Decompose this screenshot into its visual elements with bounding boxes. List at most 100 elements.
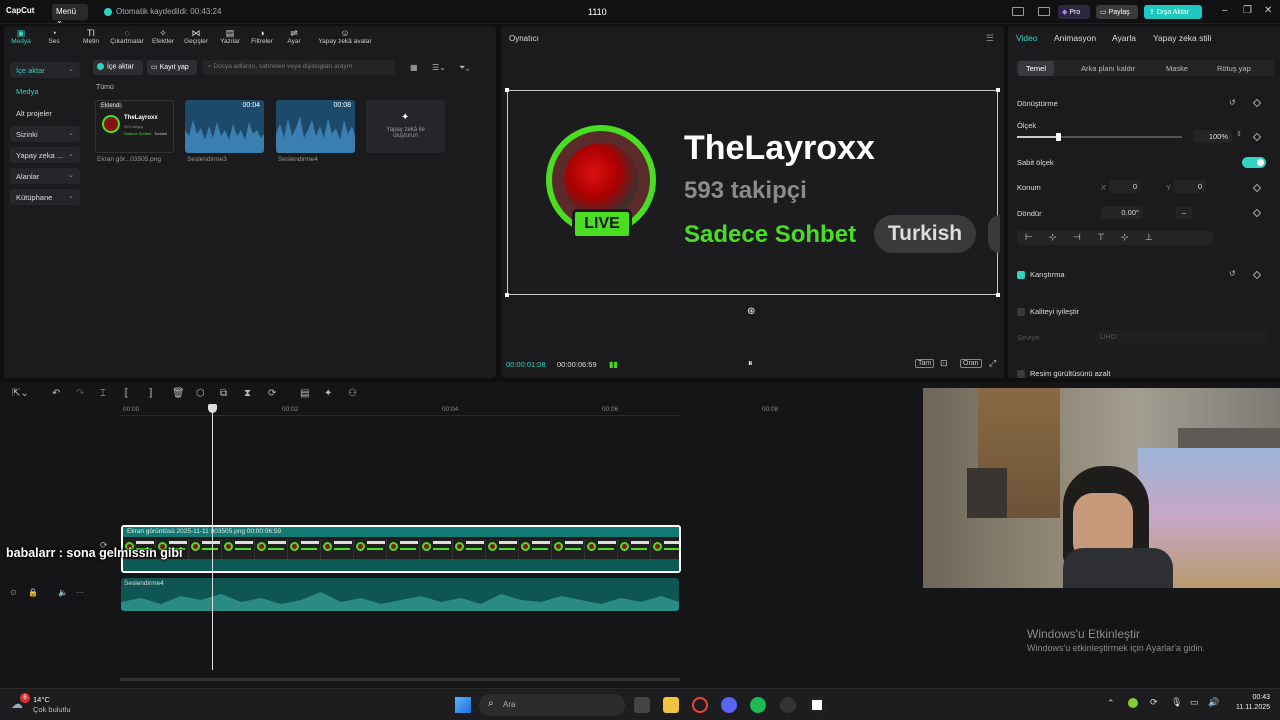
keyframe-icon[interactable]	[1252, 208, 1262, 218]
minimize-icon[interactable]: –	[1222, 5, 1228, 16]
import-button[interactable]: İçe aktar	[93, 60, 143, 75]
enhance-label[interactable]: Kaliteyi iyileştir	[1030, 307, 1079, 316]
weather-temp[interactable]: 14°C	[33, 695, 50, 704]
snapshot-icon[interactable]: ⊡	[940, 358, 948, 369]
scale-slider-knob[interactable]	[1056, 133, 1062, 141]
share-button[interactable]: ▭ Paylaş	[1096, 5, 1138, 19]
network-icon[interactable]: ▭	[1190, 697, 1199, 708]
fullres-button[interactable]: Tam	[915, 359, 935, 368]
weather-desc[interactable]: Çok bulutlu	[33, 705, 71, 714]
ratio-button[interactable]: Oran	[960, 359, 982, 368]
close-icon[interactable]: ✕	[1264, 5, 1272, 16]
split-left-icon[interactable]: ⟦	[124, 388, 129, 399]
level-select[interactable]: UHD	[1096, 330, 1266, 343]
layout-icon[interactable]	[1012, 7, 1024, 16]
resize-handle[interactable]	[505, 88, 509, 92]
maximize-icon[interactable]: ❐	[1243, 5, 1252, 16]
tool-stickers[interactable]: ◌ Çıkartmalar	[106, 28, 148, 45]
enhance-checkbox[interactable]	[1017, 308, 1025, 316]
player-menu-icon[interactable]: ☰	[986, 33, 994, 44]
tray-chevron-icon[interactable]: ⌃	[1107, 698, 1115, 709]
export-button[interactable]: ⇪ Dışa Aktar	[1144, 5, 1202, 19]
stepper-icon[interactable]: ⇕	[1236, 130, 1242, 138]
magic-icon[interactable]: ✦	[324, 388, 332, 399]
sidebar-item-media[interactable]: Medya	[10, 83, 80, 99]
opera-icon[interactable]	[692, 697, 708, 713]
playhead[interactable]	[212, 406, 213, 670]
obs-icon[interactable]	[780, 697, 796, 713]
rotate-input[interactable]: 0.00°	[1101, 206, 1143, 219]
volume-icon[interactable]: 🔊	[1208, 697, 1219, 708]
transform-heading[interactable]: Dönüştürme	[1017, 99, 1058, 108]
reset-icon[interactable]: ↺	[1229, 98, 1236, 107]
select-tool-icon[interactable]: ⇱⌄	[12, 388, 29, 399]
sidebar-item-yours[interactable]: Sizinki ⌄	[10, 126, 80, 142]
delete-icon[interactable]: 🗑	[172, 388, 185, 399]
subtab-mask[interactable]: Maske	[1166, 64, 1188, 73]
resize-handle[interactable]	[505, 293, 509, 297]
denoise-checkbox[interactable]	[1017, 370, 1025, 378]
position-y-input[interactable]: 0	[1174, 180, 1206, 193]
record-button[interactable]: ▭ Kayıt yap	[147, 60, 197, 75]
tab-animation[interactable]: Animasyon	[1054, 33, 1096, 43]
blend-label[interactable]: Karıştırma	[1030, 270, 1065, 279]
cloud-sync-icon[interactable]: ⟳	[1150, 697, 1158, 708]
undo-icon[interactable]: ↶	[52, 388, 60, 399]
sort-icon[interactable]: ☰⌄	[432, 63, 446, 72]
track-lock-icon[interactable]: 🔒	[28, 588, 38, 597]
windows-start-icon[interactable]	[455, 697, 471, 713]
tray-app-icon[interactable]	[1128, 698, 1138, 708]
shortcuts-icon[interactable]	[1038, 7, 1050, 16]
media-item-audio[interactable]: 00:04	[185, 100, 264, 153]
keyframe-icon[interactable]	[1252, 98, 1262, 108]
flip-button[interactable]: –	[1176, 206, 1192, 219]
pause-icon[interactable]: ⏸	[748, 358, 753, 369]
tool-audio[interactable]: ◔ Ses	[44, 28, 64, 45]
view-toggle-icon[interactable]: ▦	[410, 63, 418, 72]
video-clip[interactable]: Ekran görüntüsü 2025-11-11 003505.png 00…	[121, 525, 681, 573]
file-explorer-icon[interactable]	[663, 697, 679, 713]
tool-captions[interactable]: ▤ Yazılar	[217, 28, 243, 45]
timeline-scrollbar[interactable]	[120, 678, 680, 681]
tool-adjust[interactable]: ⇌ Ayar	[284, 28, 304, 45]
project-title[interactable]: 1110	[588, 7, 607, 17]
media-item-image[interactable]: Eklendi TheLayroxx 593 takipçi Sadece So…	[95, 100, 174, 153]
uniform-scale-toggle[interactable]	[1242, 157, 1266, 168]
preview-canvas[interactable]: LIVE TheLayroxx 593 takipçi Sadece Sohbe…	[505, 88, 1000, 297]
align-left-icon[interactable]: ⊢	[1025, 232, 1033, 243]
pro-button[interactable]: ◆ Pro	[1058, 5, 1090, 19]
tool-effects[interactable]: ✧ Efektler	[149, 28, 177, 45]
task-view-icon[interactable]	[634, 697, 650, 713]
align-middle-icon[interactable]: ⊹	[1121, 232, 1129, 243]
tab-video[interactable]: Video	[1016, 33, 1038, 43]
track-visibility-icon[interactable]: ⊙	[10, 588, 17, 597]
subtab-remove-bg[interactable]: Arka planı kaldır	[1081, 64, 1135, 73]
position-x-input[interactable]: 0	[1109, 180, 1141, 193]
rotate-icon[interactable]: ⟳	[268, 388, 276, 399]
align-top-icon[interactable]: ⊤	[1097, 232, 1105, 243]
reset-icon[interactable]: ↺	[1229, 269, 1236, 278]
tool-ai-avatar[interactable]: ☺ Yapay zekâ avatar	[312, 28, 378, 45]
mirror-icon[interactable]: ⧗	[244, 388, 251, 399]
tab-ai-style[interactable]: Yapay zeka stili	[1153, 33, 1211, 43]
denoise-label[interactable]: Resim gürültüsünü azalt	[1030, 369, 1110, 378]
filter-icon[interactable]: ⏷⌄	[459, 63, 470, 73]
media-search-input[interactable]: ⌕ Dosya adlarını, sahneleri veya diyalog…	[202, 60, 395, 75]
tool-text[interactable]: TI Metin	[78, 28, 104, 45]
sidebar-item-library[interactable]: Kütüphane ⌄	[10, 189, 80, 205]
audio-clip[interactable]: Seslendirme4	[121, 578, 679, 611]
ai-person-icon[interactable]: ⚇	[348, 388, 357, 399]
menu-button[interactable]: Menü ⌄	[52, 4, 88, 25]
sidebar-item-subprojects[interactable]: Alt projeler	[10, 105, 80, 121]
track-more-icon[interactable]: ⋯	[76, 588, 84, 597]
keyframe-icon[interactable]	[1252, 270, 1262, 280]
taskbar-search[interactable]: ⌕ Ara	[479, 694, 625, 716]
sidebar-item-ai[interactable]: Yapay zeka ... ⌄	[10, 147, 80, 163]
subtab-retouch[interactable]: Rötuş yap	[1217, 64, 1251, 73]
align-right-icon[interactable]: ⊣	[1073, 232, 1081, 243]
resize-handle[interactable]	[996, 293, 1000, 297]
tool-media[interactable]: ▣ Medya	[10, 28, 32, 45]
redo-icon[interactable]: ↷	[76, 388, 84, 399]
media-item-audio[interactable]: 00:08	[276, 100, 355, 153]
resize-handle[interactable]	[996, 88, 1000, 92]
